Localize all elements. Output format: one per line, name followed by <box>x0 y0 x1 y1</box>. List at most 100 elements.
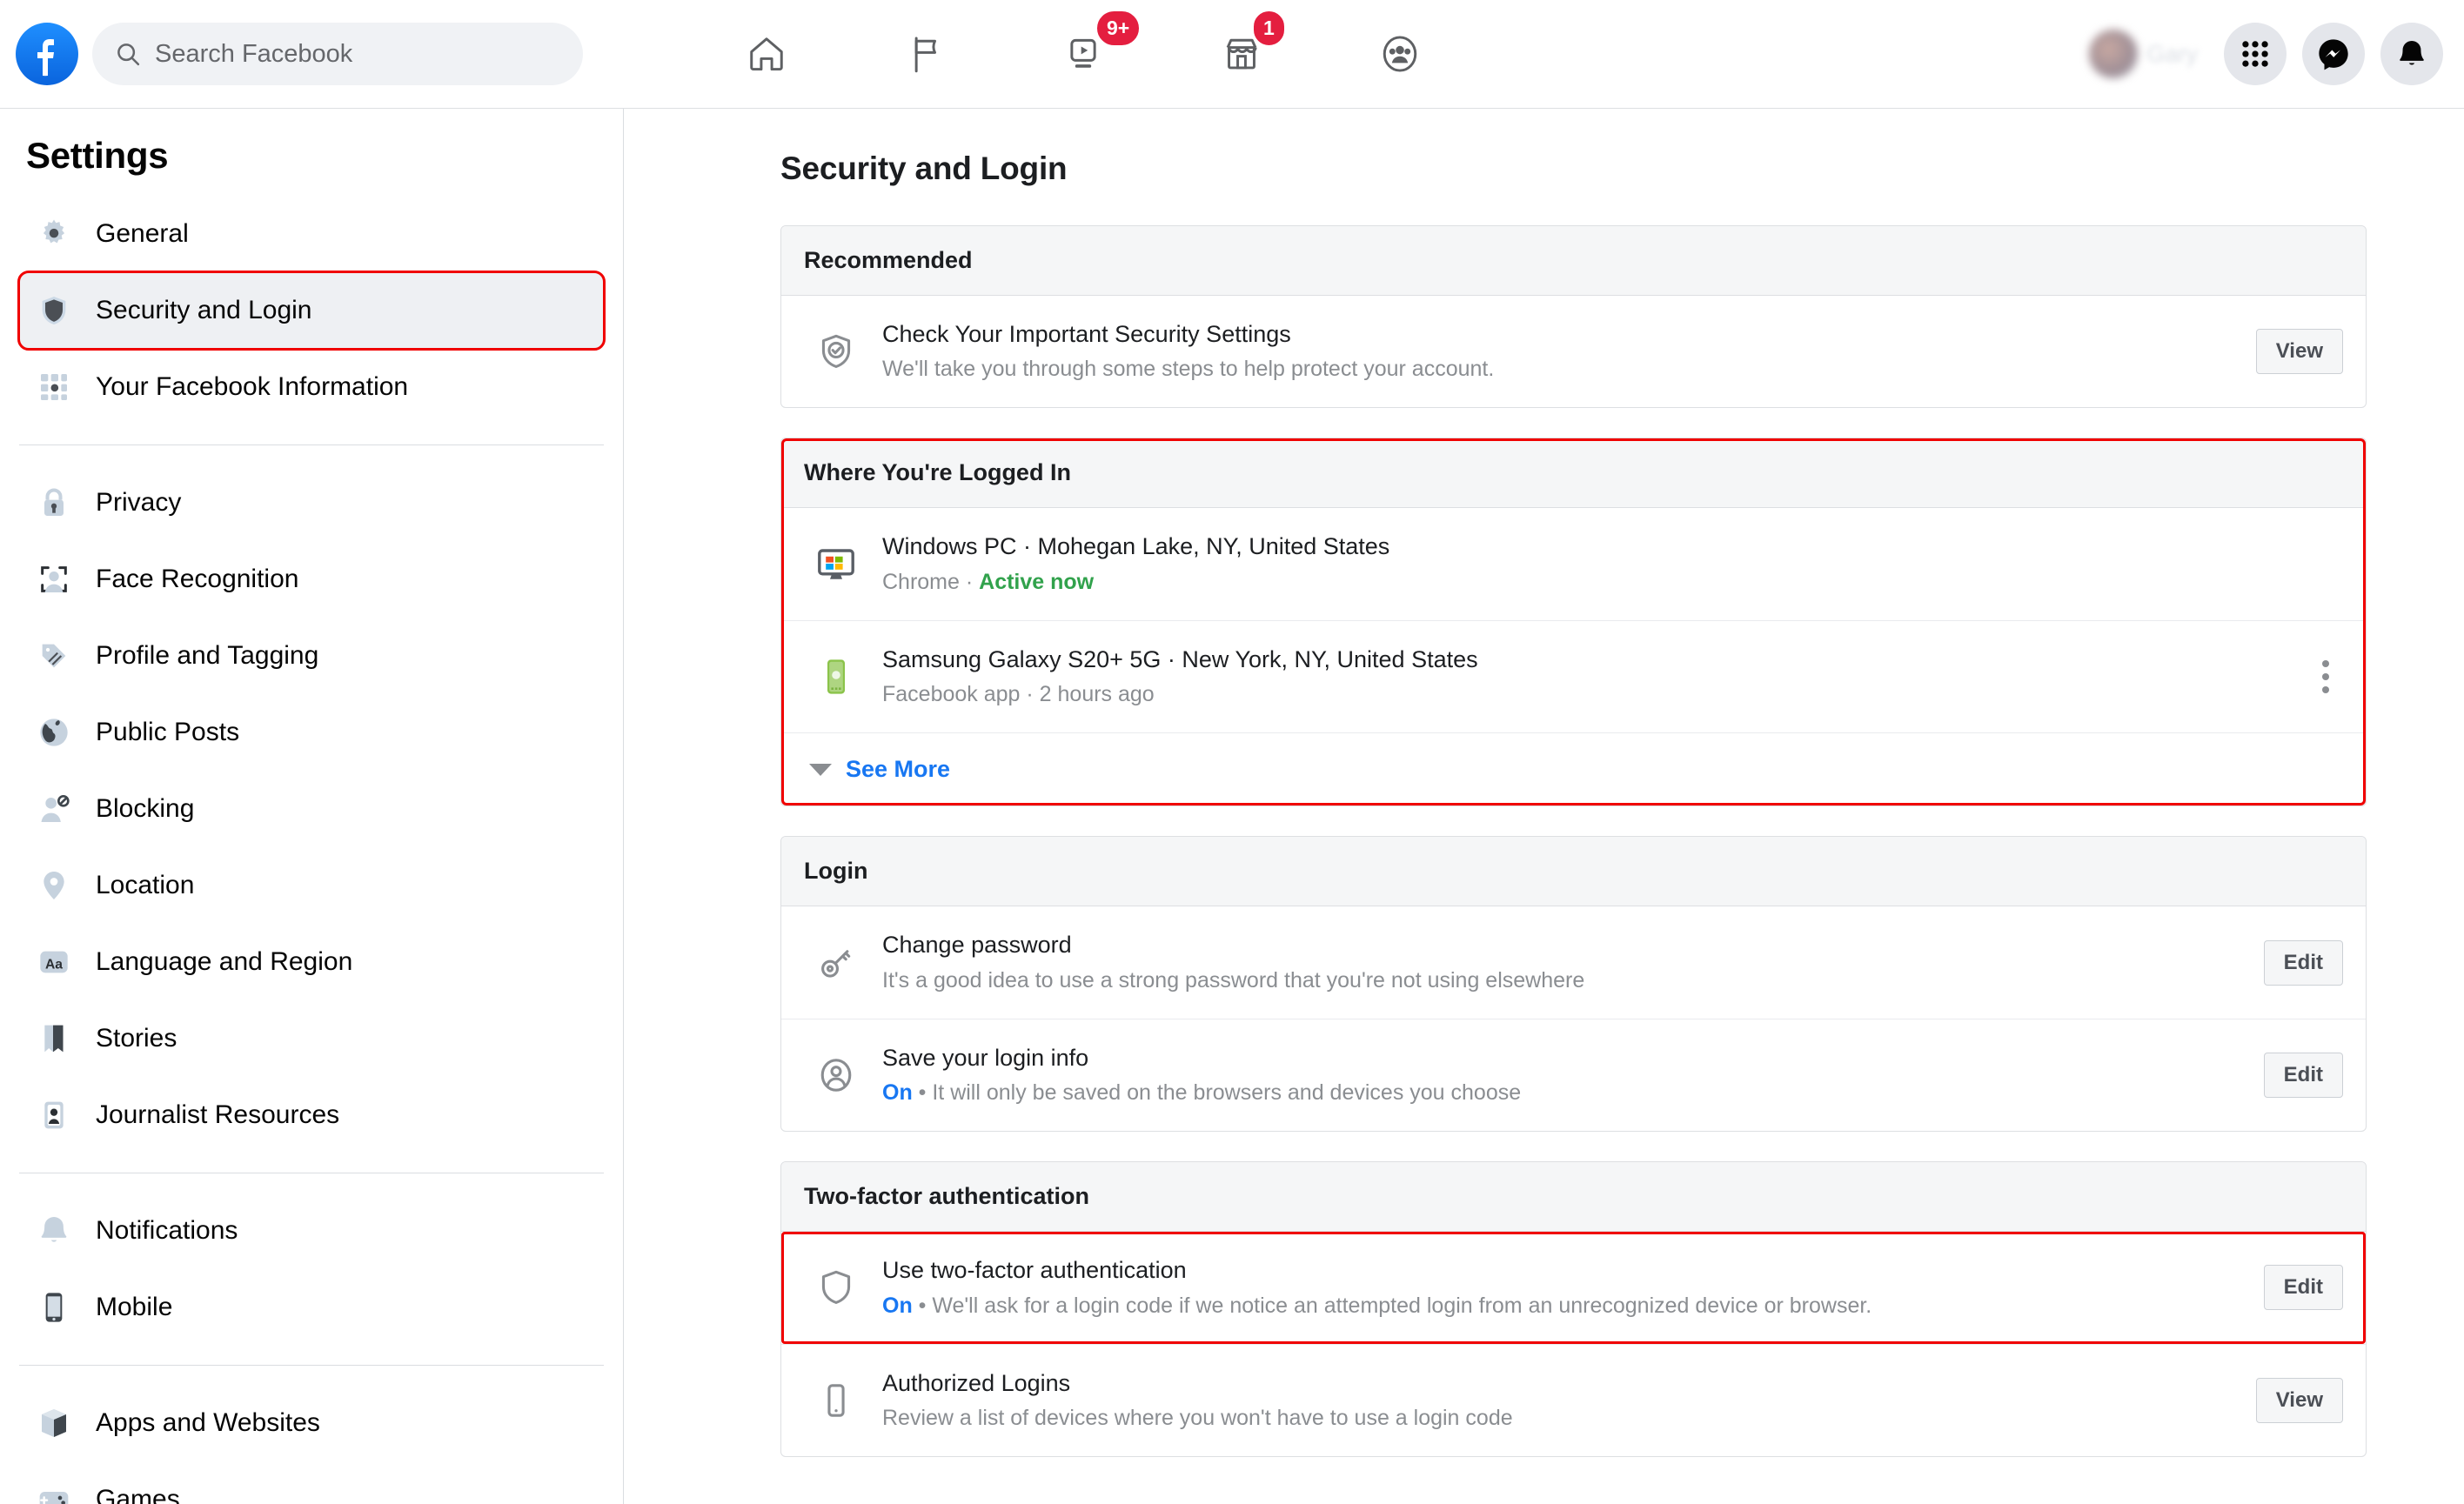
sidebar-item-label: Journalist Resources <box>96 1100 339 1130</box>
main-content: Security and Login Recommended Check You… <box>624 109 2464 1504</box>
row-title: Save your login info <box>882 1042 2246 1073</box>
section-heading: Two-factor authentication <box>781 1162 2366 1232</box>
sidebar-divider <box>19 1365 604 1366</box>
row-subtitle: It's a good idea to use a strong passwor… <box>882 966 2246 996</box>
sidebar-item-language-and-region[interactable]: Aa Language and Region <box>19 924 604 1000</box>
sidebar-item-label: Language and Region <box>96 947 352 977</box>
view-button[interactable]: View <box>2256 329 2343 374</box>
nav-tab-home[interactable] <box>687 0 846 108</box>
sidebar-item-journalist-resources[interactable]: Journalist Resources <box>19 1077 604 1153</box>
top-navigation-bar: 9+ 1 Gary <box>0 0 2464 109</box>
search-bar[interactable] <box>92 23 583 85</box>
sidebar-item-stories[interactable]: Stories <box>19 1000 604 1077</box>
chevron-down-icon <box>809 764 832 776</box>
sidebar-item-security-and-login[interactable]: Security and Login <box>19 272 604 349</box>
page-title: Security and Login <box>780 150 2367 187</box>
row-title: Change password <box>882 929 2246 960</box>
nav-tab-groups[interactable] <box>1321 0 1479 108</box>
row-title: Windows PC · Mohegan Lake, NY, United St… <box>882 531 2343 562</box>
sidebar-item-label: Profile and Tagging <box>96 641 318 671</box>
see-more-button[interactable]: See More <box>781 733 2366 805</box>
gamepad-icon <box>35 1481 73 1504</box>
nav-tab-marketplace[interactable]: 1 <box>1162 0 1321 108</box>
section-login: Login Change password It's a good idea t… <box>780 836 2367 1132</box>
section-heading: Recommended <box>781 226 2366 296</box>
device-status: Active now <box>979 570 1094 594</box>
section-recommended: Recommended Check Your Important Securit… <box>780 225 2367 408</box>
edit-button[interactable]: Edit <box>2264 1053 2343 1098</box>
sidebar-item-label: Blocking <box>96 794 194 824</box>
sidebar-title: Settings <box>0 123 623 196</box>
sidebar-item-your-facebook-information[interactable]: Your Facebook Information <box>19 349 604 425</box>
row-use-two-factor-authentication: Use two-factor authentication On • We'll… <box>781 1232 2366 1344</box>
device-browser: Chrome · <box>882 570 979 594</box>
row-body: Authorized Logins Review a list of devic… <box>882 1367 2239 1434</box>
row-save-login-info: Save your login info On • It will only b… <box>781 1019 2366 1131</box>
block-user-icon <box>35 790 73 828</box>
sidebar-item-games[interactable]: Games <box>19 1461 604 1504</box>
profile-button[interactable]: Gary <box>2084 24 2208 84</box>
gear-icon <box>35 215 73 253</box>
windows-monitor-icon <box>809 544 863 585</box>
status-value: On <box>882 1080 913 1105</box>
row-authorized-logins: Authorized Logins Review a list of devic… <box>781 1345 2366 1456</box>
sidebar-item-label: Face Recognition <box>96 565 298 594</box>
profile-name: Gary <box>2146 41 2198 68</box>
bell-icon <box>35 1212 73 1250</box>
section-where-youre-logged-in: Where You're Logged In Windows PC · Mohe… <box>780 438 2367 806</box>
row-device-windows-pc: Windows PC · Mohegan Lake, NY, United St… <box>781 508 2366 620</box>
header-right-group: Gary <box>2084 23 2464 85</box>
sidebar-item-notifications[interactable]: Notifications <box>19 1193 604 1269</box>
row-title: Samsung Galaxy S20+ 5G · New York, NY, U… <box>882 644 2291 675</box>
row-body: Use two-factor authentication On • We'll… <box>882 1254 2246 1320</box>
menu-grid-button[interactable] <box>2224 23 2287 85</box>
book-icon <box>35 1019 73 1058</box>
facebook-logo[interactable] <box>16 23 78 85</box>
row-body: Check Your Important Security Settings W… <box>882 318 2239 384</box>
sidebar-item-face-recognition[interactable]: Face Recognition <box>19 541 604 618</box>
row-subtitle: On • We'll ask for a login code if we no… <box>882 1291 2246 1321</box>
sidebar-item-general[interactable]: General <box>19 196 604 272</box>
device-options-kebab-menu[interactable] <box>2308 660 2343 693</box>
view-button[interactable]: View <box>2256 1378 2343 1423</box>
nav-tab-pages[interactable] <box>846 0 1004 108</box>
header-nav-tabs: 9+ 1 <box>626 0 2084 108</box>
sidebar-item-location[interactable]: Location <box>19 847 604 924</box>
section-two-factor-authentication: Two-factor authentication Use two-factor… <box>780 1161 2367 1457</box>
search-input[interactable] <box>155 40 560 69</box>
row-subtitle: Review a list of devices where you won't… <box>882 1403 2239 1434</box>
user-circle-icon <box>809 1056 863 1094</box>
svg-text:Aa: Aa <box>45 957 63 972</box>
sidebar-item-privacy[interactable]: Privacy <box>19 465 604 541</box>
section-heading: Login <box>781 837 2366 906</box>
sidebar-item-label: Your Facebook Information <box>96 372 408 402</box>
sidebar-item-label: Privacy <box>96 488 181 518</box>
sidebar-item-mobile[interactable]: Mobile <box>19 1269 604 1346</box>
lock-icon <box>35 484 73 522</box>
tag-icon <box>35 637 73 675</box>
notifications-button[interactable] <box>2380 23 2443 85</box>
sidebar-item-label: General <box>96 219 189 249</box>
sidebar-item-label: Security and Login <box>96 296 312 325</box>
messenger-button[interactable] <box>2302 23 2365 85</box>
face-scan-icon <box>35 560 73 598</box>
pin-icon <box>35 866 73 905</box>
header-left-group <box>0 23 626 85</box>
mobile-phone-icon <box>35 1288 73 1327</box>
status-description: • We'll ask for a login code if we notic… <box>913 1293 1872 1318</box>
nav-tab-watch[interactable]: 9+ <box>1004 0 1162 108</box>
marketplace-badge: 1 <box>1251 9 1287 48</box>
edit-button[interactable]: Edit <box>2264 940 2343 986</box>
row-title: Authorized Logins <box>882 1367 2239 1399</box>
edit-button[interactable]: Edit <box>2264 1265 2343 1310</box>
sidebar-item-apps-and-websites[interactable]: Apps and Websites <box>19 1385 604 1461</box>
row-body: Save your login info On • It will only b… <box>882 1042 2246 1108</box>
watch-badge: 9+ <box>1095 9 1142 48</box>
grid-dots-icon <box>35 368 73 406</box>
section-heading: Where You're Logged In <box>781 438 2366 508</box>
sidebar-item-profile-and-tagging[interactable]: Profile and Tagging <box>19 618 604 694</box>
settings-sidebar: Settings General Sec <box>0 109 624 1504</box>
row-subtitle: Chrome · Active now <box>882 567 2343 598</box>
sidebar-item-public-posts[interactable]: Public Posts <box>19 694 604 771</box>
sidebar-item-blocking[interactable]: Blocking <box>19 771 604 847</box>
